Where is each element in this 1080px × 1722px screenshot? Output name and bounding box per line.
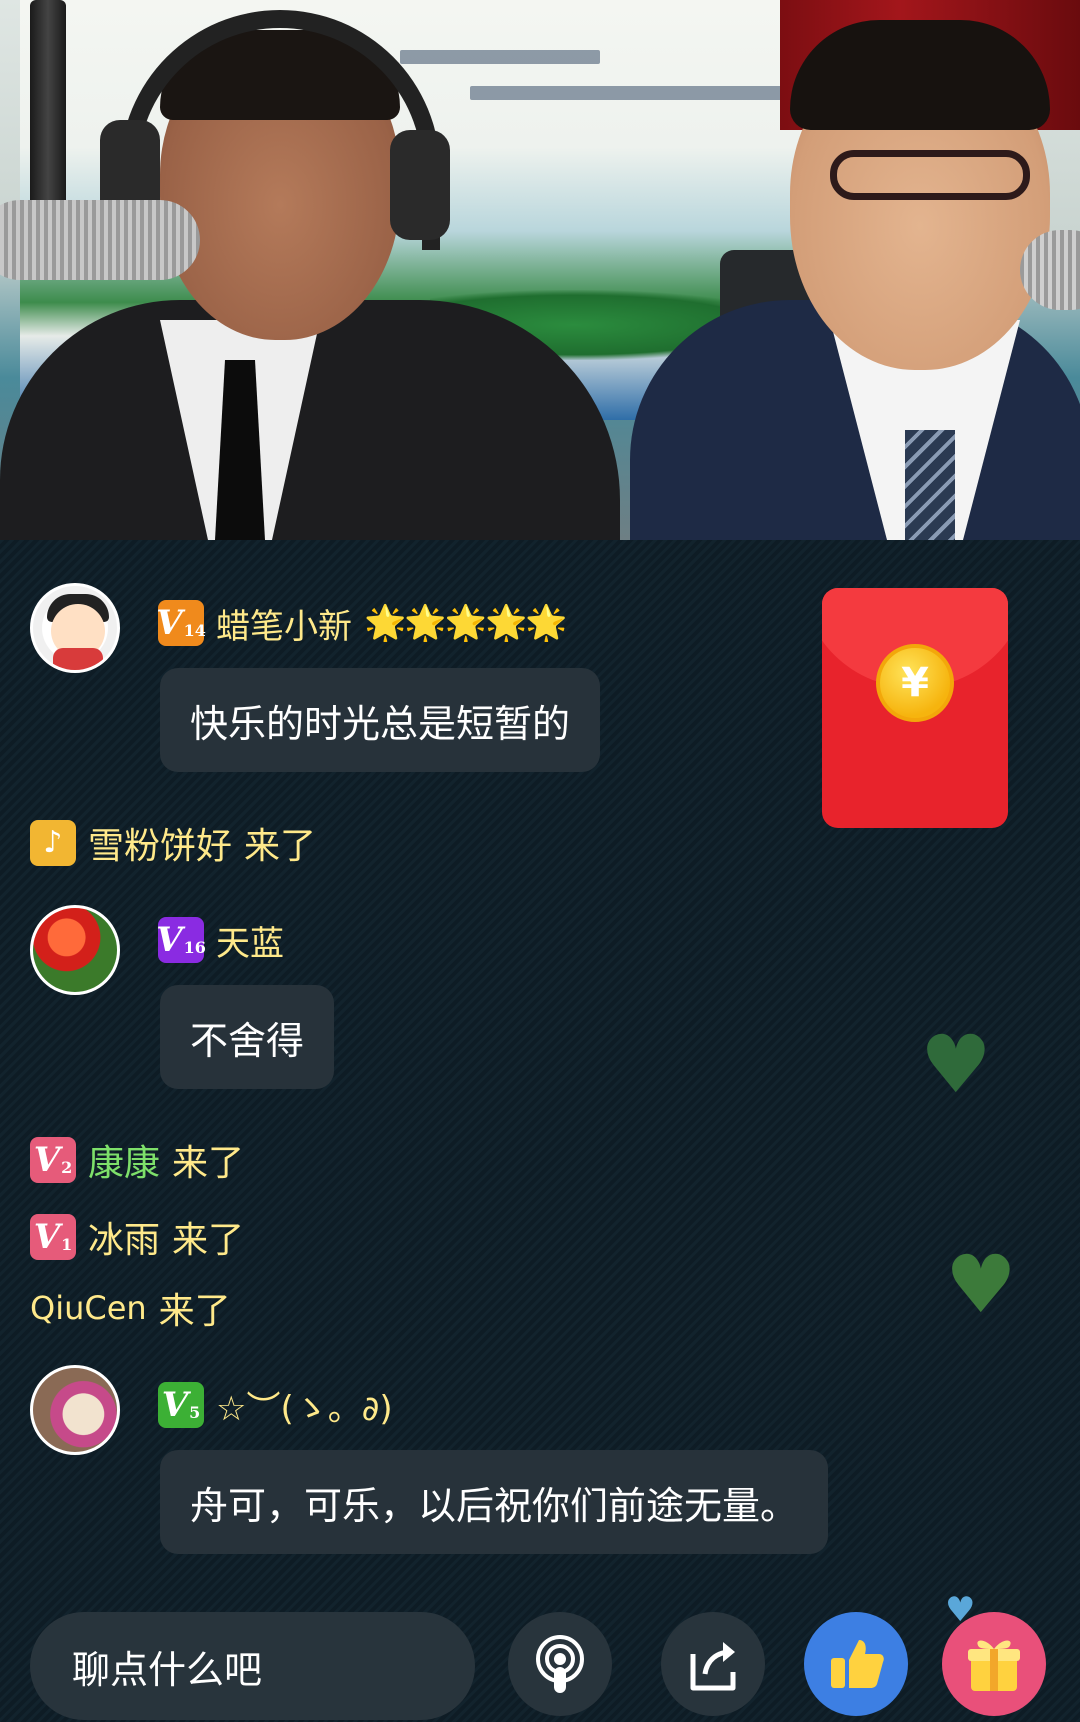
username[interactable]: 蜡笔小新 — [216, 599, 352, 648]
microphone-left — [0, 200, 200, 280]
floating-heart-icon: ♥ — [920, 1018, 992, 1111]
music-note-badge: ♪ — [30, 820, 76, 866]
arrival-text: 来了 — [172, 1220, 245, 1261]
gift-button[interactable] — [942, 1612, 1046, 1716]
floating-heart-icon: ♥ — [945, 1238, 1017, 1331]
glasses — [830, 150, 1030, 200]
arrival-text: 来了 — [172, 1143, 245, 1184]
host-right-tie — [905, 430, 955, 540]
plush-bunny-avatar[interactable] — [30, 1365, 120, 1455]
comment-bubble: 不舍得 — [160, 985, 335, 1089]
comment-bubble: 快乐的时光总是短暂的 — [160, 668, 601, 772]
mic-stand — [30, 0, 66, 220]
podcast-mic-icon — [536, 1635, 584, 1693]
like-button[interactable] — [804, 1612, 908, 1716]
red-packet-button[interactable]: ¥ — [822, 588, 1008, 828]
arrival-notice: V2 康康 来了 — [30, 1135, 244, 1185]
share-icon — [690, 1642, 736, 1691]
arrival-notice: ♪ 雪粉饼好 来了 — [30, 818, 316, 868]
comment-header: V5 ☆︶(ゝ。∂) — [158, 1380, 393, 1430]
username[interactable]: ☆︶(ゝ。∂) — [216, 1381, 393, 1430]
username[interactable]: 冰雨 — [88, 1211, 160, 1263]
comment-text: 舟可，可乐，以后祝你们前途无量。 — [190, 1483, 799, 1528]
host-right-hair — [790, 20, 1050, 130]
headphone-cup-right — [390, 130, 450, 240]
username[interactable]: 康康 — [88, 1134, 160, 1186]
crayon-shinchan-avatar[interactable] — [30, 583, 120, 673]
live-video-stream[interactable] — [0, 0, 1080, 540]
comment-text: 快乐的时光总是短暂的 — [190, 701, 571, 746]
chat-input[interactable]: 聊点什么吧 — [30, 1612, 475, 1720]
arrival-text: 来了 — [158, 1291, 231, 1332]
thumbs-up-icon — [831, 1640, 884, 1688]
username[interactable]: 天蓝 — [216, 916, 284, 965]
chat-input-placeholder: 聊点什么吧 — [72, 1647, 263, 1692]
arrival-notice: QiuCen 来了 — [30, 1283, 231, 1333]
level-badge: V 14 — [156, 600, 206, 646]
level-badge: V5 — [158, 1382, 204, 1428]
gift-icon — [968, 1640, 1020, 1691]
comment-header: V 14 蜡笔小新 🌟🌟🌟🌟🌟 — [156, 598, 568, 648]
comment-header: V 16 天蓝 — [156, 915, 284, 965]
username[interactable]: QiuCen — [30, 1289, 147, 1327]
red-tulip-avatar[interactable] — [30, 905, 120, 995]
level-badge: V1 — [30, 1214, 76, 1260]
mic-button[interactable] — [508, 1612, 612, 1716]
share-button[interactable] — [661, 1612, 765, 1716]
star-decoration: 🌟🌟🌟🌟🌟 — [364, 603, 568, 643]
coin-icon: ¥ — [876, 644, 954, 722]
level-badge: V2 — [30, 1137, 76, 1183]
arrival-text: 来了 — [244, 826, 317, 867]
level-badge: V 16 — [156, 917, 206, 963]
arrival-notice: V1 冰雨 来了 — [30, 1212, 244, 1262]
comment-bubble: 舟可，可乐，以后祝你们前途无量。 — [160, 1450, 829, 1554]
comment-text: 不舍得 — [190, 1018, 305, 1063]
username[interactable]: 雪粉饼好 — [88, 817, 232, 869]
